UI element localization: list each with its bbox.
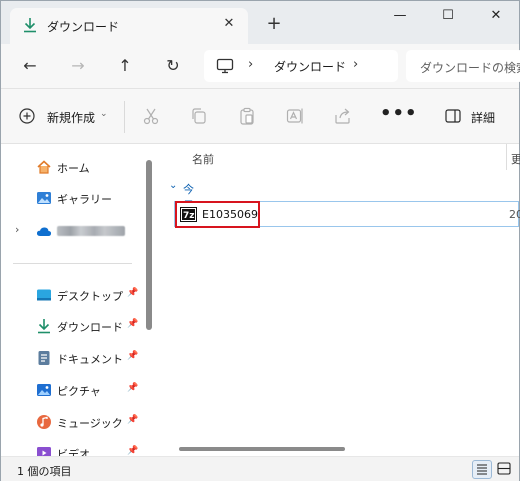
sidebar-item-downloads[interactable]: ダウンロード 📌 bbox=[1, 314, 146, 338]
download-icon bbox=[38, 319, 50, 334]
sidebar-item-desktop[interactable]: デスクトップ 📌 bbox=[1, 283, 146, 307]
expand-chevron-icon[interactable]: › bbox=[15, 223, 19, 236]
search-box[interactable]: ダウンロードの検索 bbox=[406, 50, 520, 82]
computer-icon bbox=[216, 58, 234, 74]
home-icon bbox=[37, 160, 51, 174]
details-view-button[interactable] bbox=[472, 460, 492, 479]
sidebar-item-onedrive[interactable]: › bbox=[1, 219, 146, 243]
sidebar-item-gallery[interactable]: ギャラリー bbox=[1, 186, 146, 210]
video-icon bbox=[37, 447, 51, 456]
tab-downloads[interactable]: ダウンロード ✕ bbox=[10, 8, 248, 44]
column-header-date[interactable]: 更 bbox=[511, 151, 520, 167]
content-area: ホーム ギャラリー › デスクトップ 📌 ダウンロード 📌 ドキュメント 📌 ピ… bbox=[1, 144, 520, 456]
pin-icon: 📌 bbox=[127, 415, 139, 425]
search-placeholder: ダウンロードの検索 bbox=[420, 61, 520, 75]
tiles-view-icon bbox=[497, 462, 511, 475]
sidebar-item-pictures[interactable]: ピクチャ 📌 bbox=[1, 378, 146, 402]
tab-title: ダウンロード bbox=[47, 20, 120, 34]
more-options-button[interactable]: ••• bbox=[380, 103, 418, 124]
sidebar-scrollbar[interactable] bbox=[146, 160, 152, 330]
minimize-button[interactable]: — bbox=[385, 7, 415, 27]
sidebar-item-label: ダウンロード bbox=[57, 321, 123, 334]
tab-close-icon[interactable]: ✕ bbox=[220, 15, 238, 33]
maximize-button[interactable]: ☐ bbox=[433, 7, 463, 27]
pictures-icon bbox=[37, 384, 51, 396]
details-label: 詳細 bbox=[471, 111, 496, 125]
title-bar: ダウンロード ✕ + — ☐ ✕ bbox=[1, 1, 519, 44]
pin-icon: 📌 bbox=[127, 351, 139, 361]
file-explorer-window: ダウンロード ✕ + — ☐ ✕ ← → ↑ ↻ › ダウンロード › ダウンロ… bbox=[0, 0, 520, 481]
chevron-down-icon: ⌄ bbox=[100, 109, 108, 119]
close-window-button[interactable]: ✕ bbox=[481, 7, 511, 27]
pin-icon: 📌 bbox=[127, 319, 139, 329]
up-button[interactable]: ↑ bbox=[114, 55, 136, 77]
details-view-icon bbox=[477, 464, 487, 475]
breadcrumb-chevron[interactable]: › bbox=[248, 57, 253, 72]
new-tab-button[interactable]: + bbox=[265, 15, 283, 33]
sidebar-item-label: デスクトップ bbox=[57, 290, 123, 303]
sidebar-item-label: ドキュメント bbox=[57, 353, 123, 366]
status-bar: 1 個の項目 bbox=[1, 456, 519, 481]
rename-icon[interactable] bbox=[286, 107, 304, 125]
refresh-button[interactable]: ↻ bbox=[162, 55, 184, 77]
sidebar-item-label: ホーム bbox=[57, 162, 90, 175]
gallery-icon bbox=[37, 192, 51, 204]
navigation-pane: ホーム ギャラリー › デスクトップ 📌 ダウンロード 📌 ドキュメント 📌 ピ… bbox=[1, 144, 152, 456]
cloud-icon bbox=[36, 227, 52, 236]
desktop-icon bbox=[37, 289, 51, 301]
file-list: 名前 更 ⌄ 今日 20 7z E1035069 bbox=[159, 144, 520, 456]
pin-icon: 📌 bbox=[127, 288, 139, 298]
pin-icon: 📌 bbox=[127, 446, 139, 456]
sidebar-item-label: ギャラリー bbox=[57, 193, 112, 206]
account-name-redacted bbox=[57, 226, 125, 236]
column-header-name[interactable]: 名前 bbox=[192, 151, 214, 167]
file-date: 20 bbox=[509, 208, 520, 221]
forward-button[interactable]: → bbox=[67, 55, 89, 77]
sidebar-item-documents[interactable]: ドキュメント 📌 bbox=[1, 346, 146, 370]
sidebar-item-videos[interactable]: ビデオ 📌 bbox=[1, 441, 146, 456]
back-button[interactable]: ← bbox=[19, 55, 41, 77]
toolbar-divider bbox=[124, 101, 125, 133]
sidebar-item-label: ビデオ bbox=[57, 448, 90, 456]
download-icon bbox=[24, 18, 36, 33]
sidebar-item-label: ミュージック bbox=[57, 417, 123, 430]
address-bar[interactable]: › ダウンロード › bbox=[204, 50, 398, 82]
item-count: 1 個の項目 bbox=[17, 465, 72, 478]
document-icon bbox=[38, 351, 50, 365]
cut-icon[interactable] bbox=[142, 107, 160, 125]
details-pane-icon bbox=[445, 109, 461, 123]
navigation-bar: ← → ↑ ↻ › ダウンロード › ダウンロードの検索 bbox=[1, 44, 520, 88]
sidebar-item-home[interactable]: ホーム bbox=[1, 155, 146, 179]
tiles-view-button[interactable] bbox=[495, 460, 515, 479]
horizontal-scrollbar[interactable] bbox=[179, 447, 345, 451]
copy-icon[interactable] bbox=[190, 107, 208, 125]
plus-circle-icon bbox=[19, 108, 35, 124]
share-icon[interactable] bbox=[334, 107, 352, 125]
sidebar-item-music[interactable]: ミュージック 📌 bbox=[1, 410, 146, 434]
paste-icon[interactable] bbox=[238, 107, 256, 125]
chevron-down-icon: ⌄ bbox=[169, 180, 178, 191]
highlight-box bbox=[175, 201, 260, 228]
breadcrumb-downloads[interactable]: ダウンロード bbox=[274, 58, 346, 75]
sidebar-divider bbox=[13, 263, 132, 264]
breadcrumb-chevron-after[interactable]: › bbox=[353, 57, 358, 72]
new-button-label: 新規作成 bbox=[47, 111, 96, 125]
music-icon bbox=[37, 415, 51, 429]
column-divider[interactable] bbox=[506, 144, 507, 170]
pin-icon: 📌 bbox=[127, 383, 139, 393]
command-bar: 新規作成 ⌄ ••• 詳細 bbox=[1, 88, 519, 144]
sidebar-item-label: ピクチャ bbox=[57, 385, 101, 398]
